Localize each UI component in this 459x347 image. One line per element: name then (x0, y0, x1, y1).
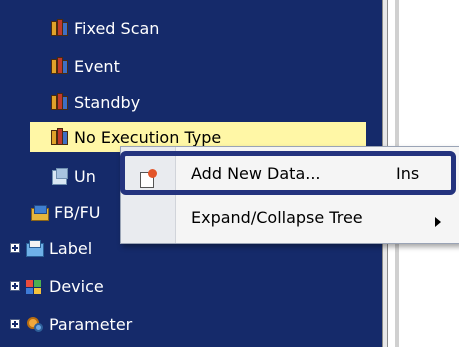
program-books-icon (50, 128, 68, 146)
device-icon (25, 277, 43, 295)
expand-plus-icon[interactable] (10, 243, 20, 253)
tree-item-parameter[interactable]: Parameter (10, 306, 132, 342)
tree-item-label: Fixed Scan (74, 18, 160, 38)
tree-item-label: Label (49, 238, 93, 258)
program-books-icon (50, 93, 68, 111)
tree-item-fixed-scan[interactable]: Fixed Scan (50, 10, 159, 46)
program-books-icon (50, 19, 68, 37)
menu-item-label: Expand/Collapse Tree (191, 207, 363, 227)
tree-item-label: FB/FU (54, 202, 101, 222)
label-folder-icon (25, 239, 44, 257)
tree-item-unregistered[interactable]: Un (50, 158, 96, 194)
tree-item-label: Standby (74, 92, 141, 112)
tree-item-label: Event (74, 56, 120, 76)
highlight-frame (120, 151, 456, 195)
tree-item-label: Device (49, 276, 104, 296)
submenu-arrow-icon (435, 217, 441, 227)
tree-item-standby[interactable]: Standby (50, 84, 140, 120)
fb-folder-icon (30, 203, 49, 221)
tree-item-label-folder[interactable]: Label (10, 230, 92, 266)
tree-item-label: Parameter (49, 314, 133, 334)
parameter-icon (25, 315, 43, 333)
unregistered-program-icon (50, 167, 68, 185)
tree-item-label: No Execution Type (74, 127, 222, 147)
tree-item-event[interactable]: Event (50, 48, 120, 84)
program-books-icon (50, 57, 68, 75)
context-menu: Add New Data... Ins Expand/Collapse Tree (120, 146, 459, 244)
expand-plus-icon[interactable] (10, 281, 20, 291)
tree-item-label: Un (74, 166, 96, 186)
tree-item-fb-fun[interactable]: FB/FU (30, 194, 100, 230)
expand-plus-icon[interactable] (10, 319, 20, 329)
tree-item-device[interactable]: Device (10, 268, 104, 304)
menu-item-expand-collapse-tree[interactable]: Expand/Collapse Tree (121, 199, 459, 235)
